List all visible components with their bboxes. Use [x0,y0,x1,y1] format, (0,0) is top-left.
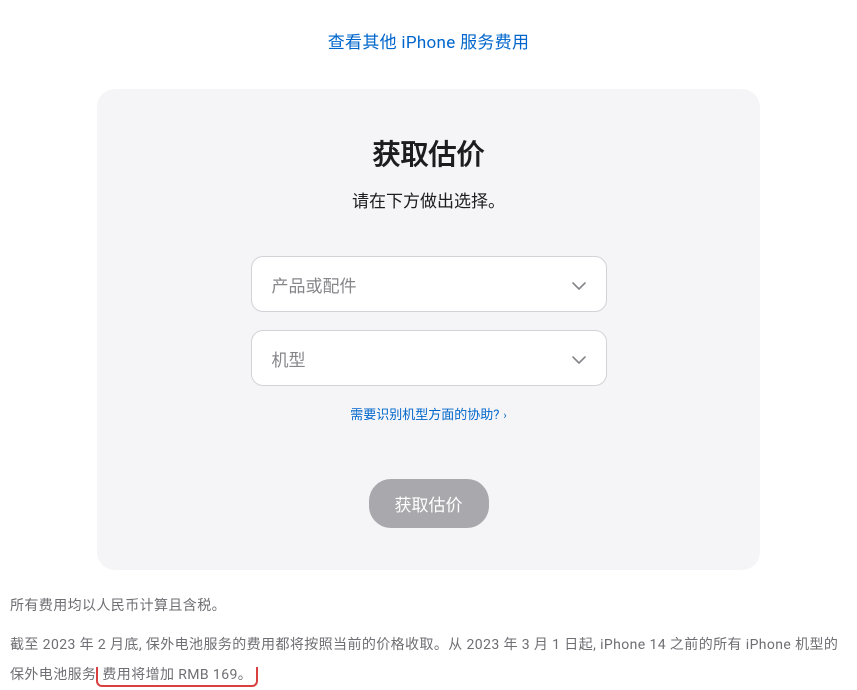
model-select-placeholder: 机型 [272,346,306,371]
product-select-placeholder: 产品或配件 [272,272,357,297]
other-iphone-service-link[interactable]: 查看其他 iPhone 服务费用 [328,33,530,53]
footer-notes: 所有费用均以人民币计算且含税。 截至 2023 年 2 月底, 保外电池服务的费… [0,570,857,690]
model-select[interactable]: 机型 [251,330,607,386]
identify-model-help-link[interactable]: 需要识别机型方面的协助? › [350,408,506,423]
card-subtitle: 请在下方做出选择。 [137,187,720,212]
footer-tax-note: 所有费用均以人民币计算且含税。 [10,592,847,621]
card-title: 获取估价 [137,133,720,173]
chevron-right-icon: › [503,409,506,422]
chevron-down-icon [572,275,586,294]
get-estimate-button[interactable]: 获取估价 [369,479,489,528]
footer-price-note: 截至 2023 年 2 月底, 保外电池服务的费用都将按照当前的价格收取。从 2… [10,631,847,690]
help-link-container: 需要识别机型方面的协助? › [137,404,720,423]
estimate-card: 获取估价 请在下方做出选择。 产品或配件 机型 需要识别机型方面的协助? › 获取… [97,89,760,570]
product-select[interactable]: 产品或配件 [251,256,607,312]
help-link-label: 需要识别机型方面的协助? [350,408,499,423]
price-increase-highlight: 费用将增加 RMB 169。 [96,667,258,687]
top-link-container: 查看其他 iPhone 服务费用 [0,0,857,71]
chevron-down-icon [572,349,586,368]
